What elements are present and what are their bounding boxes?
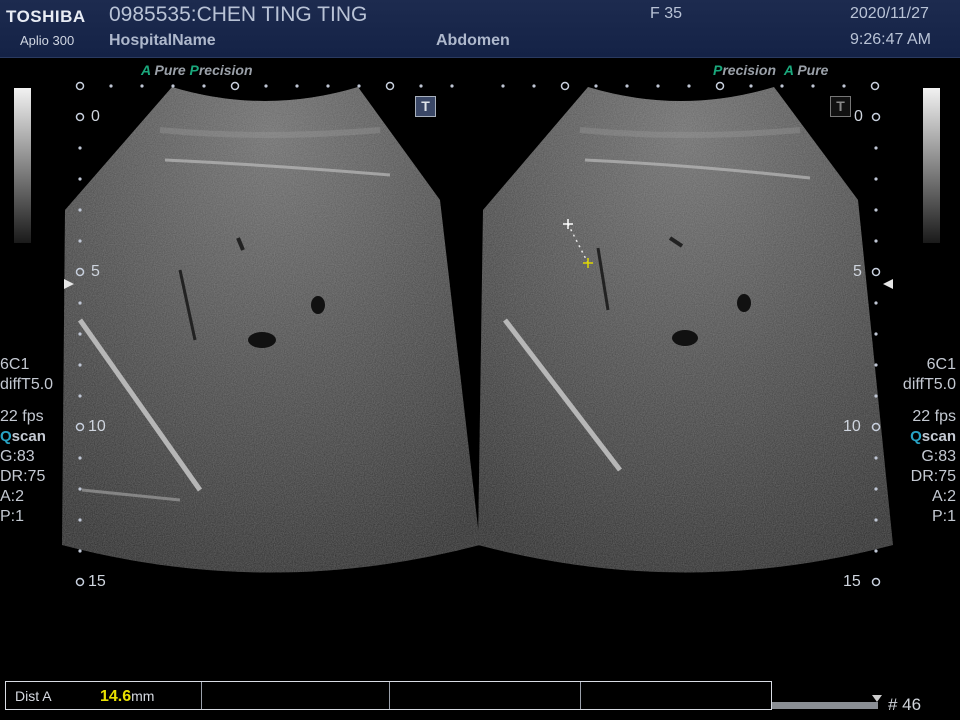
measurement-cell-empty (390, 682, 581, 709)
dynamic-range-label: DR:75 (0, 468, 46, 485)
qscan-label: Qscan (0, 428, 46, 445)
ultrasound-view (62, 81, 893, 587)
depth-label-left-10: 10 (88, 418, 106, 435)
measurement-table: Dist A 14.6 mm (5, 681, 772, 710)
depth-label-right-5: 5 (853, 263, 862, 280)
grayscale-bar-right (923, 88, 940, 243)
left-ultrasound-image (62, 87, 480, 573)
probe-label: 6C1 (926, 356, 956, 373)
cine-position-marker-icon[interactable] (872, 695, 882, 702)
mode-label: diffT5.0 (902, 376, 956, 393)
right-t-icon[interactable]: T (830, 96, 851, 117)
grayscale-bar-left (14, 88, 31, 243)
depth-label-left-5: 5 (91, 263, 100, 280)
p-label: P:1 (931, 508, 956, 525)
settings-left: 6C1 diffT5.0 22 fps Qscan G:83 DR:75 A:2… (0, 355, 53, 527)
top-scale-right (501, 81, 880, 91)
a-label: A:2 (0, 488, 25, 505)
measurement-label: Dist A (15, 688, 52, 704)
right-image-tag: Precision A Pure (713, 62, 829, 78)
gain-label: G:83 (921, 448, 956, 465)
probe-label: 6C1 (0, 356, 30, 373)
left-image-tag: A Pure Precision (141, 62, 253, 78)
depth-label-left-0: 0 (91, 108, 100, 125)
measurement-row: Dist A 14.6 mm (6, 682, 202, 709)
fps-label: 22 fps (0, 408, 44, 425)
dynamic-range-label: DR:75 (910, 468, 956, 485)
left-t-icon[interactable]: T (415, 96, 436, 117)
p-label: P:1 (0, 508, 25, 525)
a-label: A:2 (931, 488, 956, 505)
qscan-label: Qscan (910, 428, 956, 445)
mode-label: diffT5.0 (0, 376, 54, 393)
measurement-value: 14.6 (100, 688, 132, 705)
right-ultrasound-image (478, 87, 893, 573)
settings-right: 6C1 diffT5.0 22 fps Qscan G:83 DR:75 A:2… (903, 355, 956, 527)
cine-scrollbar[interactable] (772, 702, 878, 709)
focus-marker-right-icon (883, 279, 893, 289)
measurement-cell-empty (202, 682, 390, 709)
depth-label-right-10: 10 (843, 418, 861, 435)
depth-label-left-15: 15 (88, 573, 106, 590)
top-scale-left (75, 81, 454, 91)
depth-label-right-0: 0 (854, 108, 863, 125)
depth-label-right-15: 15 (843, 573, 861, 590)
fps-label: 22 fps (912, 408, 956, 425)
frame-number: # 46 (888, 695, 922, 714)
measurement-cell-empty (581, 682, 771, 709)
measurement-unit: mm (131, 688, 155, 704)
gain-label: G:83 (0, 448, 35, 465)
